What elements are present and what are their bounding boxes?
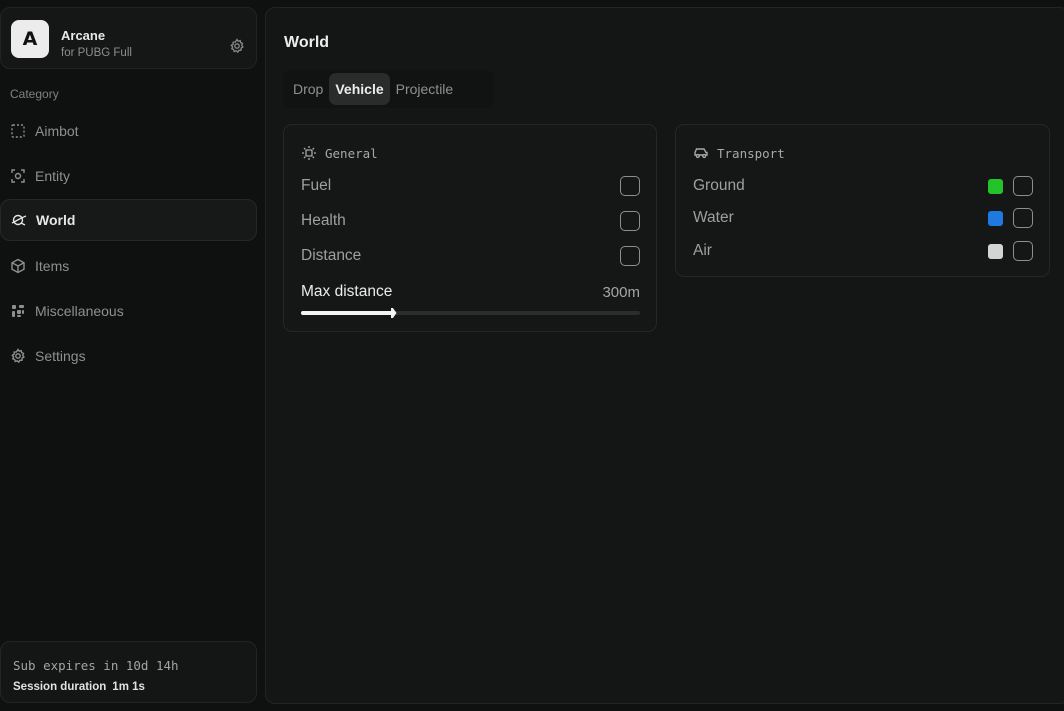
tab-vehicle[interactable]: Vehicle — [329, 73, 390, 105]
max-distance-slider[interactable] — [301, 308, 640, 318]
sidebar-item-aimbot[interactable]: Aimbot — [0, 110, 257, 152]
app-name: Arcane — [61, 28, 106, 43]
sidebar-item-label: Entity — [35, 168, 71, 184]
option-health: Health — [301, 209, 640, 233]
sidebar-item-label: World — [36, 212, 76, 228]
sidebar-item-label: Items — [35, 258, 70, 274]
option-label: Air — [693, 242, 712, 259]
transport-header: Transport — [693, 145, 785, 161]
tab-drop[interactable]: Drop — [287, 73, 329, 105]
sidebar-item-label: Miscellaneous — [35, 303, 124, 319]
main-panel: World Drop Vehicle Projectile General Fu… — [265, 7, 1064, 704]
sidebar-item-entity[interactable]: Entity — [0, 155, 257, 197]
water-checkbox[interactable] — [1013, 208, 1033, 228]
fuel-checkbox[interactable] — [620, 176, 640, 196]
page-title: World — [284, 34, 330, 51]
sidebar-item-items[interactable]: Items — [0, 245, 257, 287]
health-checkbox[interactable] — [620, 211, 640, 231]
car-icon — [693, 145, 709, 161]
option-label: Health — [301, 212, 346, 229]
slider-thumb[interactable] — [390, 308, 397, 318]
max-distance-label: Max distance — [301, 283, 393, 300]
general-header: General — [301, 145, 378, 161]
session-duration: Session duration 1m 1s — [13, 681, 145, 693]
box-icon — [10, 258, 26, 274]
option-water: Water — [693, 206, 1033, 230]
max-distance-value: 300m — [602, 283, 640, 301]
general-title: General — [325, 145, 378, 161]
session-value: 1m 1s — [112, 681, 145, 693]
transport-title: Transport — [717, 145, 785, 161]
transport-card: Transport Ground Water Air — [675, 124, 1050, 277]
category-label: Category — [10, 87, 59, 101]
session-label: Session duration — [13, 681, 107, 693]
water-color-swatch[interactable] — [988, 210, 1003, 226]
sidebar-item-miscellaneous[interactable]: Miscellaneous — [0, 290, 257, 332]
option-label: Water — [693, 209, 734, 226]
app-logo: A — [11, 20, 49, 58]
brand-card: A Arcane for PUBG Full — [0, 7, 257, 69]
option-distance: Distance — [301, 244, 640, 268]
ground-checkbox[interactable] — [1013, 176, 1033, 196]
app-window: A Arcane for PUBG Full Category Aimbot E… — [0, 0, 1064, 711]
subscription-expiry: Sub expires in 10d 14h — [13, 658, 179, 673]
tab-projectile[interactable]: Projectile — [390, 73, 460, 105]
app-subtitle: for PUBG Full — [61, 47, 132, 59]
max-distance-row: Max distance 300m — [301, 280, 640, 304]
sidebar-item-label: Settings — [35, 348, 86, 364]
distance-checkbox[interactable] — [620, 246, 640, 266]
slider-fill — [301, 311, 393, 315]
gear-icon[interactable] — [229, 38, 245, 54]
option-ground: Ground — [693, 174, 1033, 198]
general-card: General Fuel Health Distance Max distanc… — [283, 124, 657, 332]
option-air: Air — [693, 239, 1033, 263]
sidebar-item-label: Aimbot — [35, 123, 79, 139]
tab-bar: Drop Vehicle Projectile — [283, 70, 494, 108]
option-label: Ground — [693, 177, 745, 194]
option-label: Distance — [301, 247, 362, 264]
misc-icon — [10, 303, 26, 319]
air-color-swatch[interactable] — [988, 243, 1003, 259]
option-fuel: Fuel — [301, 174, 640, 198]
subscription-info: Sub expires in 10d 14h Session duration 1… — [0, 641, 257, 703]
crosshair-dotted-square-icon — [10, 123, 26, 139]
gear-icon — [10, 348, 26, 364]
sun-icon — [301, 145, 317, 161]
entity-target-icon — [10, 168, 26, 184]
ground-color-swatch[interactable] — [988, 178, 1003, 194]
sidebar-item-settings[interactable]: Settings — [0, 335, 257, 377]
sidebar-item-world[interactable]: World — [0, 199, 257, 241]
option-label: Fuel — [301, 177, 332, 194]
air-checkbox[interactable] — [1013, 241, 1033, 261]
world-icon — [11, 212, 27, 228]
